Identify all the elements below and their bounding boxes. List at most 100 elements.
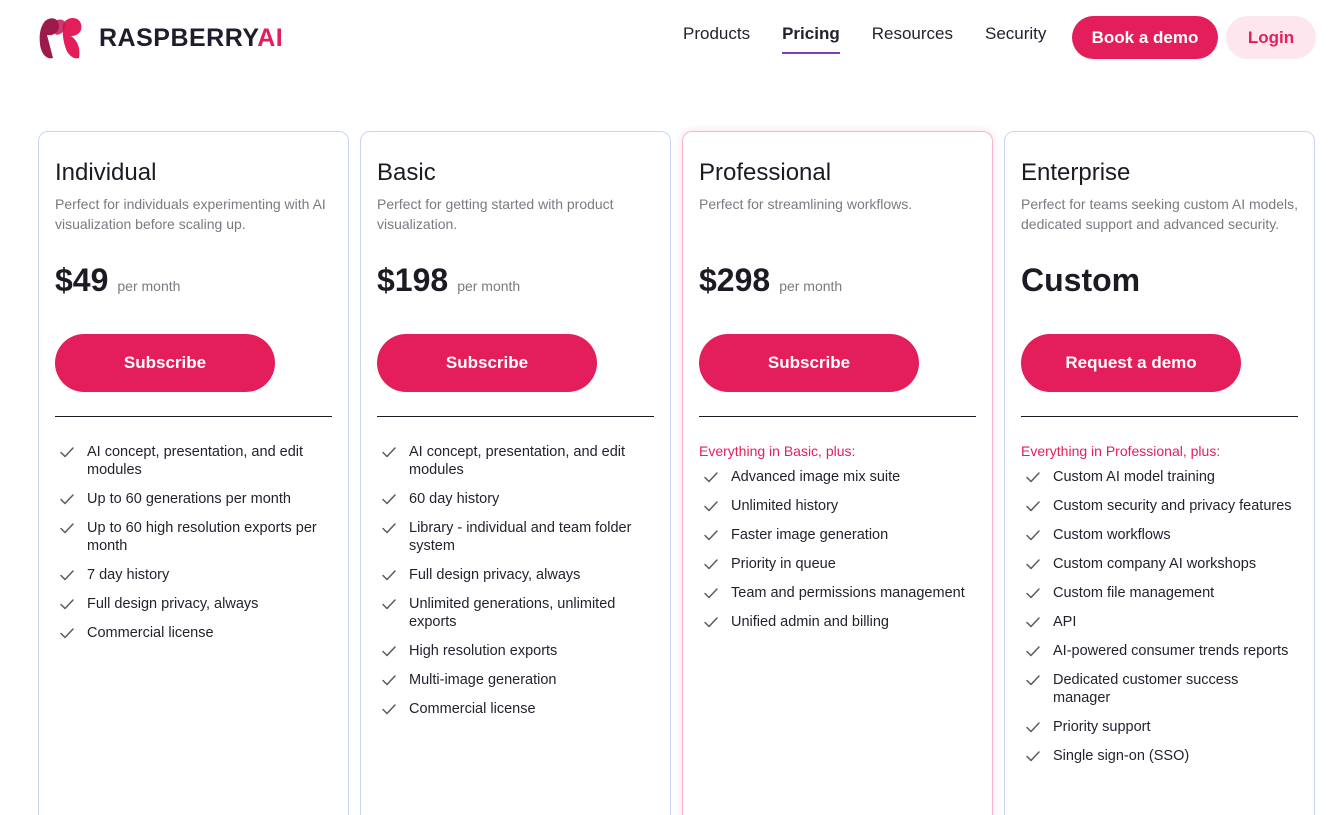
includes-note: Everything in Basic, plus:	[699, 443, 856, 459]
nav-item-pricing[interactable]: Pricing	[782, 24, 840, 54]
feature-item: Custom AI model training	[1021, 468, 1298, 486]
check-icon	[1026, 559, 1040, 570]
subscribe-button[interactable]: Subscribe	[55, 334, 275, 392]
divider	[1021, 416, 1298, 417]
check-icon	[1026, 501, 1040, 512]
brand-name: RASPBERRYAI	[99, 24, 283, 53]
plan-card-professional: Professional Perfect for streamlining wo…	[682, 131, 993, 815]
feature-item: AI-powered consumer trends reports	[1021, 642, 1298, 660]
nav-item-resources[interactable]: Resources	[872, 24, 953, 54]
check-icon	[382, 523, 396, 534]
plan-description: Perfect for streamlining workflows.	[699, 196, 913, 212]
feature-text: Up to 60 high resolution exports per mon…	[87, 520, 317, 554]
check-icon	[704, 472, 718, 483]
feature-item: Commercial license	[55, 624, 332, 642]
check-icon	[382, 646, 396, 657]
feature-item: 7 day history	[55, 566, 332, 584]
feature-text: Custom security and privacy features	[1053, 498, 1292, 514]
plan-price: $49	[55, 262, 109, 298]
feature-item: Dedicated customer success manager	[1021, 671, 1298, 707]
feature-item: Custom workflows	[1021, 526, 1298, 544]
check-icon	[60, 523, 74, 534]
feature-item: Full design privacy, always	[377, 566, 654, 584]
check-icon	[704, 617, 718, 628]
feature-list: AI concept, presentation, and edit modul…	[55, 443, 332, 642]
feature-item: Priority support	[1021, 718, 1298, 736]
subscribe-button[interactable]: Subscribe	[377, 334, 597, 392]
feature-item: Up to 60 high resolution exports per mon…	[55, 519, 332, 555]
check-icon	[1026, 675, 1040, 686]
check-icon	[60, 570, 74, 581]
check-icon	[382, 494, 396, 505]
plan-description: Perfect for individuals experimenting wi…	[55, 196, 326, 232]
price-period: per month	[457, 278, 521, 294]
feature-text: Priority support	[1053, 719, 1151, 735]
feature-item: 60 day history	[377, 490, 654, 508]
feature-text: Dedicated customer success manager	[1053, 672, 1239, 706]
feature-text: Custom workflows	[1053, 527, 1171, 543]
check-icon	[1026, 646, 1040, 657]
plan-price: $298	[699, 262, 771, 298]
feature-text: Unified admin and billing	[731, 614, 889, 630]
brand-logo[interactable]: RASPBERRYAI	[37, 14, 283, 62]
feature-text: Advanced image mix suite	[731, 469, 901, 485]
subscribe-button[interactable]: Subscribe	[699, 334, 919, 392]
feature-text: Custom file management	[1053, 585, 1215, 601]
raspberry-logo-icon	[39, 18, 82, 59]
feature-item: Unlimited history	[699, 497, 976, 515]
plan-card-individual: Individual Perfect for individuals exper…	[38, 131, 349, 815]
check-icon	[1026, 472, 1040, 483]
check-icon	[382, 599, 396, 610]
includes-note: Everything in Professional, plus:	[1021, 443, 1221, 459]
feature-item: AI concept, presentation, and edit modul…	[377, 443, 654, 479]
feature-text: Commercial license	[409, 701, 536, 717]
check-icon	[704, 501, 718, 512]
login-button[interactable]: Login	[1226, 16, 1316, 59]
check-icon	[1026, 588, 1040, 599]
nav-item-security[interactable]: Security	[985, 24, 1046, 54]
divider	[55, 416, 332, 417]
plan-name: Enterprise	[1021, 159, 1131, 186]
brand-name-accent: AI	[257, 23, 284, 52]
divider	[699, 416, 976, 417]
feature-item: Multi-image generation	[377, 671, 654, 689]
feature-item: Custom security and privacy features	[1021, 497, 1298, 515]
check-icon	[60, 628, 74, 639]
plan-card-basic: Basic Perfect for getting started with p…	[360, 131, 671, 815]
feature-text: Full design privacy, always	[409, 567, 581, 583]
price-row: $198 per month	[377, 262, 654, 312]
check-icon	[1026, 530, 1040, 541]
feature-text: Faster image generation	[731, 527, 889, 543]
plan-price: Custom	[1021, 262, 1141, 298]
feature-text: Custom company AI workshops	[1053, 556, 1257, 572]
feature-item: Advanced image mix suite	[699, 468, 976, 486]
plan-name: Professional	[699, 159, 832, 186]
brand-name-main: RASPBERRY	[99, 23, 258, 52]
feature-text: AI concept, presentation, and edit modul…	[409, 444, 626, 478]
feature-text: Unlimited generations, unlimited exports	[409, 596, 616, 630]
feature-list: Advanced image mix suite Unlimited histor…	[699, 468, 976, 631]
nav-item-products[interactable]: Products	[683, 24, 750, 54]
feature-text: Priority in queue	[731, 556, 836, 572]
feature-text: Single sign-on (SSO)	[1053, 748, 1190, 764]
feature-item: AI concept, presentation, and edit modul…	[55, 443, 332, 479]
feature-item: Unified admin and billing	[699, 613, 976, 631]
feature-item: Single sign-on (SSO)	[1021, 747, 1298, 765]
check-icon	[60, 599, 74, 610]
plan-name: Individual	[55, 159, 157, 186]
price-row: Custom	[1021, 262, 1298, 312]
feature-text: API	[1053, 614, 1077, 630]
divider	[377, 416, 654, 417]
check-icon	[704, 530, 718, 541]
check-icon	[1026, 751, 1040, 762]
book-demo-button[interactable]: Book a demo	[1072, 16, 1218, 59]
feature-text: Unlimited history	[731, 498, 839, 514]
feature-item: Unlimited generations, unlimited exports	[377, 595, 654, 631]
feature-list: Custom AI model training Custom security …	[1021, 468, 1298, 765]
top-header: RASPBERRYAI Products Pricing Resources S…	[0, 0, 1329, 80]
feature-text: Up to 60 generations per month	[87, 491, 291, 507]
plan-description: Perfect for getting started with product…	[377, 196, 614, 232]
price-period: per month	[779, 278, 843, 294]
price-row: $49 per month	[55, 262, 332, 312]
request-demo-button[interactable]: Request a demo	[1021, 334, 1241, 392]
